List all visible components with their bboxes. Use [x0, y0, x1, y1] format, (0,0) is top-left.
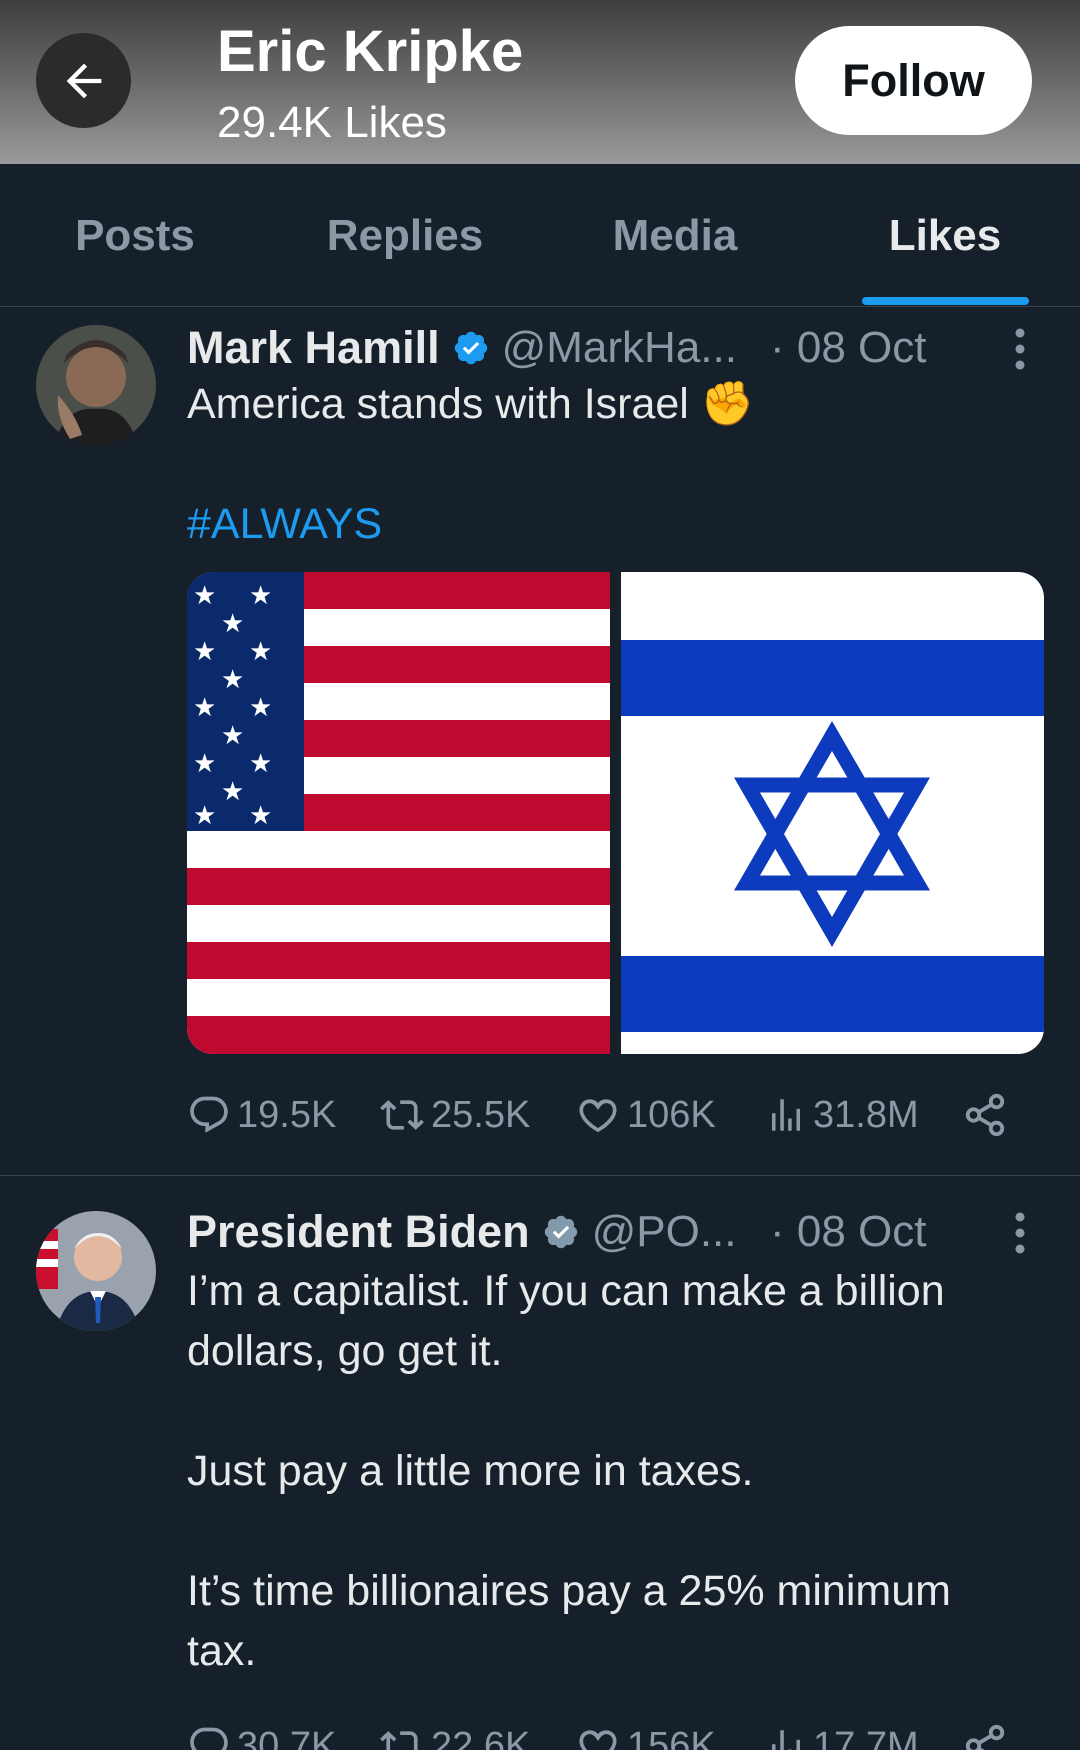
tab-likes[interactable]: Likes	[810, 164, 1080, 307]
svg-text:★: ★	[249, 693, 272, 723]
reply-icon	[190, 1727, 228, 1750]
svg-text:★: ★	[193, 749, 216, 779]
post[interactable]: President Biden @PO... · 08 Oct I’m a ca…	[0, 1176, 1080, 1750]
views-button[interactable]: 17.7M	[765, 1716, 919, 1750]
hashtag-link[interactable]: #ALWAYS	[187, 494, 382, 554]
reply-count: 30.7K	[237, 1724, 337, 1750]
verified-badge-icon	[544, 1215, 577, 1249]
avatar[interactable]	[36, 1211, 156, 1331]
post-text-line: America stands with Israel	[187, 380, 689, 428]
heart-icon	[579, 1099, 617, 1133]
reply-count: 19.5K	[237, 1093, 337, 1136]
like-button[interactable]: 106K	[575, 1085, 716, 1145]
svg-text:★: ★	[221, 665, 244, 695]
svg-text:★: ★	[193, 801, 216, 831]
post[interactable]: Mark Hamill @MarkHa... · 08 Oct America …	[0, 308, 1080, 1176]
post-text-line: I’m a capitalist. If you can make a bill…	[187, 1267, 945, 1315]
us-flag-image[interactable]: ★ ★ ★ ★ ★ ★ ★ ★ ★ ★ ★ ★ ★ ★	[187, 572, 610, 1054]
svg-text:★: ★	[193, 637, 216, 667]
verified-badge-icon	[454, 331, 487, 365]
author-handle[interactable]: @MarkHa...	[502, 323, 737, 373]
post-actions: 30.7K 22.6K 156K 17.7M	[187, 1716, 1017, 1750]
post-actions: 19.5K 25.5K 106K 31.8M	[187, 1085, 1017, 1145]
repost-icon	[380, 1100, 424, 1130]
like-button[interactable]: 156K	[575, 1716, 716, 1750]
post-text-line: tax.	[187, 1627, 257, 1675]
views-count: 31.8M	[813, 1093, 919, 1136]
views-chart-icon	[772, 1099, 800, 1131]
repost-count: 25.5K	[431, 1093, 531, 1136]
svg-text:★: ★	[249, 801, 272, 831]
follow-button[interactable]: Follow	[795, 26, 1032, 135]
more-options-icon[interactable]	[1000, 1208, 1040, 1258]
post-time[interactable]: · 08 Oct	[770, 318, 927, 378]
svg-text:★: ★	[221, 609, 244, 639]
reply-button[interactable]: 30.7K	[187, 1716, 336, 1750]
svg-text:★: ★	[249, 581, 272, 611]
reply-icon	[190, 1096, 228, 1133]
views-chart-icon	[772, 1730, 800, 1750]
post-text: America stands with Israel ✊	[187, 374, 754, 434]
repost-icon	[380, 1731, 418, 1750]
like-count: 106K	[627, 1093, 716, 1136]
active-tab-indicator	[862, 297, 1029, 305]
post-text-line: It’s time billionaires pay a 25% minimum	[187, 1567, 951, 1615]
like-count: 156K	[627, 1724, 716, 1750]
profile-tabs: Posts Replies Media Likes	[0, 164, 1080, 307]
views-count: 17.7M	[813, 1724, 919, 1750]
post-text-line: dollars, go get it.	[187, 1327, 503, 1375]
post-text-line: Just pay a little more in taxes.	[187, 1447, 754, 1495]
tab-media[interactable]: Media	[540, 164, 810, 307]
svg-text:★: ★	[249, 637, 272, 667]
post-time[interactable]: · 08 Oct	[770, 1202, 927, 1262]
svg-text:★: ★	[193, 581, 216, 611]
repost-count: 22.6K	[431, 1724, 531, 1750]
share-button[interactable]	[962, 1085, 1014, 1145]
heart-icon	[579, 1730, 617, 1750]
tab-replies[interactable]: Replies	[270, 164, 540, 307]
svg-text:★: ★	[249, 749, 272, 779]
share-icon	[965, 1093, 1005, 1137]
more-options-icon[interactable]	[1000, 324, 1040, 374]
post-meta: Mark Hamill @MarkHa...	[187, 318, 737, 378]
israel-flag-image[interactable]	[621, 572, 1044, 1054]
author-handle[interactable]: @PO...	[592, 1207, 737, 1257]
reply-button[interactable]: 19.5K	[187, 1085, 336, 1145]
svg-text:★: ★	[221, 721, 244, 751]
repost-button[interactable]: 25.5K	[379, 1085, 530, 1145]
likes-count: 29.4K Likes	[217, 98, 447, 147]
profile-header: Eric Kripke 29.4K Likes Follow	[0, 0, 1080, 164]
profile-name: Eric Kripke	[217, 19, 524, 84]
avatar[interactable]	[36, 325, 156, 445]
svg-text:★: ★	[221, 777, 244, 807]
arrow-left-icon	[66, 63, 101, 98]
share-button[interactable]	[962, 1716, 1014, 1750]
svg-text:★: ★	[193, 693, 216, 723]
views-button[interactable]: 31.8M	[765, 1085, 919, 1145]
post-meta: President Biden @PO...	[187, 1202, 737, 1262]
post-media[interactable]: ★ ★ ★ ★ ★ ★ ★ ★ ★ ★ ★ ★ ★ ★	[187, 572, 1044, 1054]
author-name[interactable]: President Biden	[187, 1206, 530, 1258]
fist-emoji-icon: ✊	[700, 380, 755, 428]
tab-posts[interactable]: Posts	[0, 164, 270, 307]
author-name[interactable]: Mark Hamill	[187, 322, 440, 374]
repost-button[interactable]: 22.6K	[379, 1716, 530, 1750]
share-icon	[965, 1724, 1005, 1750]
back-button[interactable]	[36, 33, 131, 128]
